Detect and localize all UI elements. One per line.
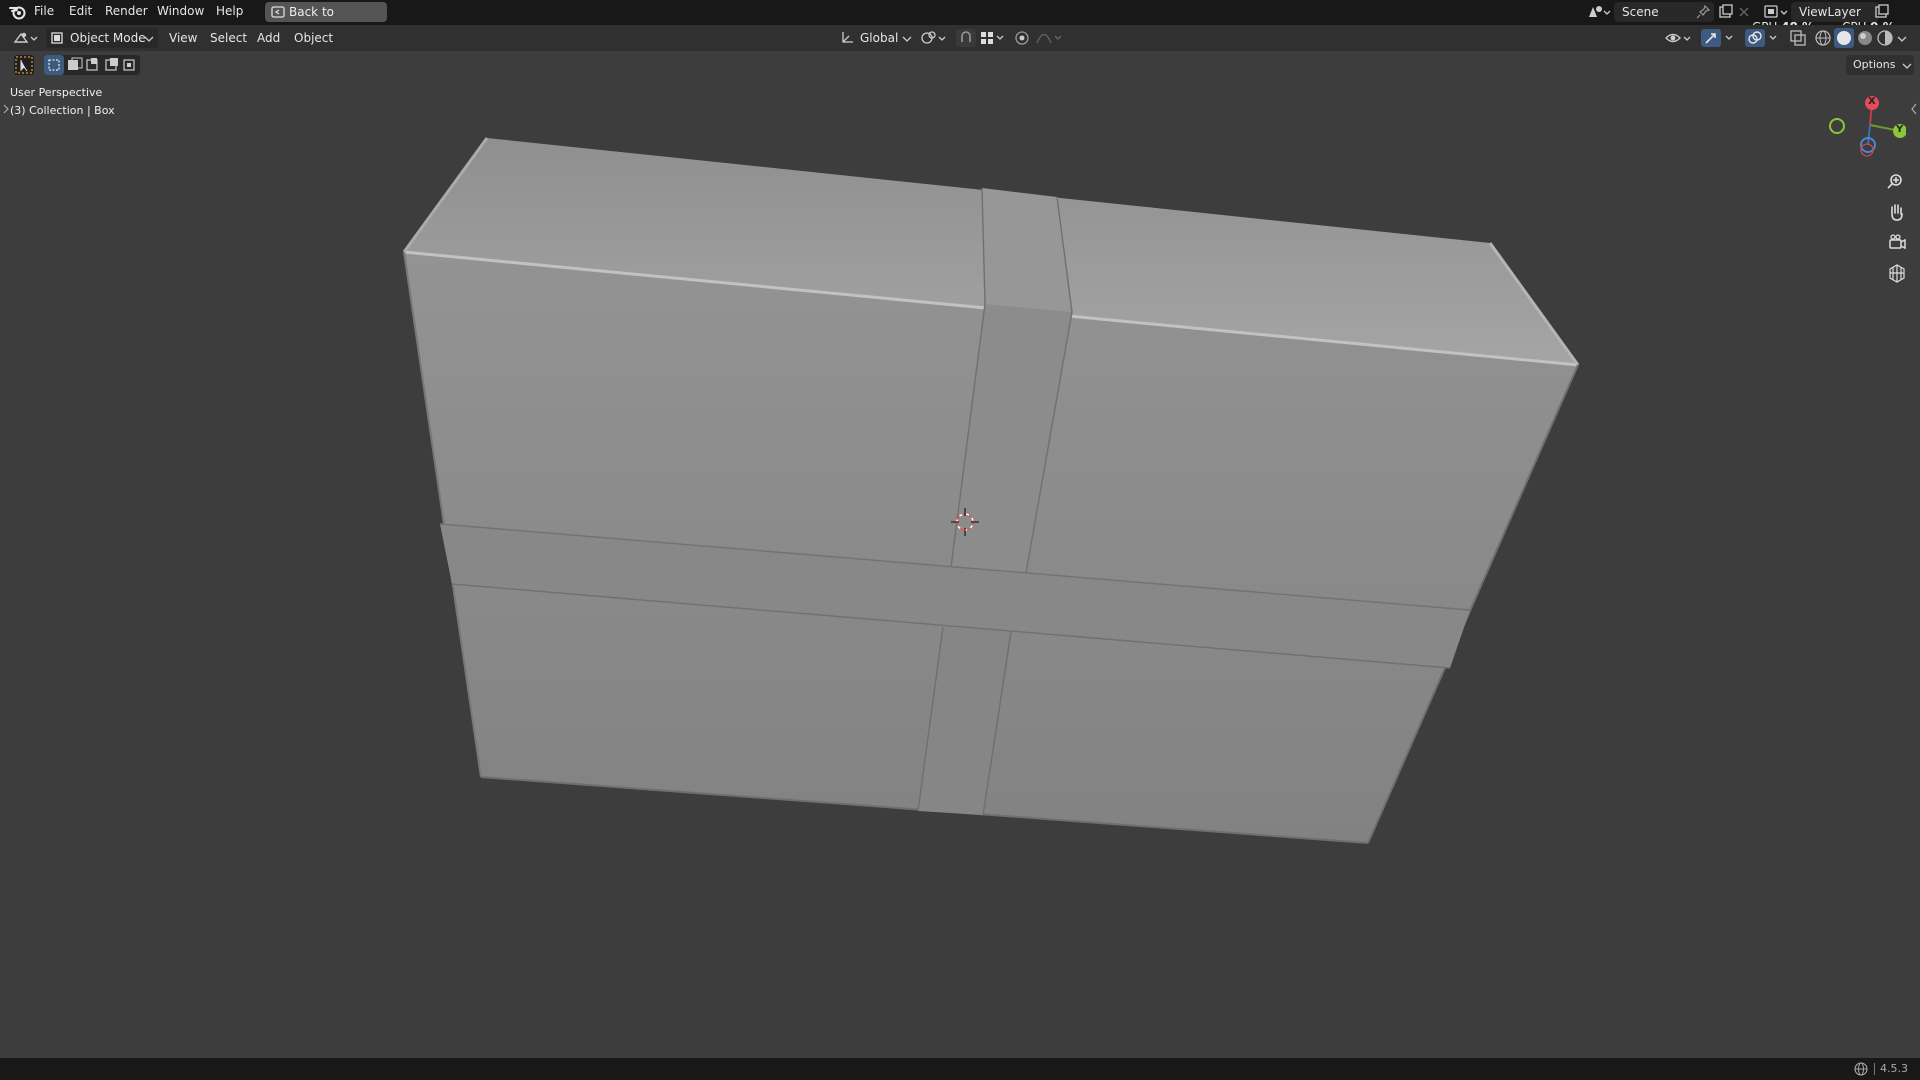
- menu-object[interactable]: Object: [294, 28, 333, 48]
- pivot-icon[interactable]: [920, 29, 950, 47]
- menu-window[interactable]: Window: [157, 4, 204, 18]
- gizmo-y-label: Y: [1896, 124, 1904, 135]
- version-label: 4.5.3: [1880, 1062, 1908, 1075]
- top-menu-bar: File Edit Render Window Help Back to Pre…: [0, 0, 1920, 39]
- menu-select[interactable]: Select: [210, 28, 247, 48]
- 3d-viewport[interactable]: Options User Perspective (3) Collection …: [0, 51, 1920, 1058]
- menu-file[interactable]: File: [34, 4, 54, 18]
- xray-icon[interactable]: [1789, 29, 1807, 47]
- object-mode-label: Object Mode: [70, 31, 146, 45]
- back-to-previous-button[interactable]: Back to Previous: [265, 2, 387, 39]
- viewlayer-icon[interactable]: [1763, 3, 1789, 21]
- gizmo-icon[interactable]: [1700, 28, 1740, 48]
- menu-add[interactable]: Add: [257, 28, 280, 48]
- scene-name: Scene: [1622, 5, 1659, 19]
- menu-edit[interactable]: Edit: [69, 4, 92, 18]
- new-viewlayer-icon[interactable]: [1874, 4, 1890, 20]
- object-mode-icon: [51, 32, 63, 44]
- menu-render[interactable]: Render: [105, 4, 148, 18]
- box-object[interactable]: [0, 51, 1920, 1058]
- overlay-icon[interactable]: [1744, 28, 1784, 48]
- blender-logo-icon[interactable]: [9, 4, 27, 20]
- network-icon: [1854, 1062, 1868, 1076]
- snap-icon[interactable]: [955, 28, 1007, 48]
- status-divider: [1874, 1063, 1875, 1075]
- camera-view-icon[interactable]: [1883, 229, 1911, 257]
- editor-type-icon[interactable]: [12, 29, 40, 47]
- scene-icon[interactable]: [1586, 3, 1612, 21]
- viewport-header: Object Mode View Select Add Object Globa…: [0, 25, 1920, 51]
- solid-shading-icon[interactable]: [1834, 28, 1854, 48]
- proportional-edit-icon[interactable]: [1013, 28, 1065, 48]
- pan-hand-icon[interactable]: [1883, 198, 1911, 226]
- visibility-icon[interactable]: [1664, 29, 1694, 47]
- orientation-label: Global: [860, 31, 899, 45]
- pin-icon[interactable]: [1696, 5, 1710, 19]
- menu-help[interactable]: Help: [216, 4, 243, 18]
- new-scene-icon[interactable]: [1718, 4, 1734, 20]
- gizmo-x-label: X: [1868, 96, 1876, 107]
- orientation-dropdown[interactable]: Global: [838, 28, 914, 48]
- zoom-icon[interactable]: [1883, 168, 1911, 196]
- remove-scene-icon[interactable]: [1738, 6, 1750, 18]
- chevron-down-icon: [144, 35, 154, 43]
- viewlayer-name: ViewLayer: [1799, 5, 1861, 19]
- menu-view[interactable]: View: [169, 28, 197, 48]
- rendered-shading-icon[interactable]: [1876, 29, 1894, 47]
- scene-field[interactable]: Scene: [1614, 2, 1714, 22]
- ortho-grid-icon[interactable]: [1883, 259, 1911, 287]
- object-mode-dropdown[interactable]: Object Mode: [46, 28, 158, 48]
- navigation-gizmo[interactable]: X Y: [1820, 91, 1906, 163]
- viewlayer-field[interactable]: ViewLayer: [1791, 2, 1879, 22]
- 3d-cursor-icon[interactable]: [950, 507, 980, 537]
- chevron-down-icon: [902, 35, 912, 43]
- orientation-icon: [840, 31, 854, 45]
- status-bar: 4.5.3: [0, 1058, 1920, 1080]
- shading-options-chevron-icon[interactable]: [1897, 35, 1907, 43]
- sidebar-toggle-icon[interactable]: [1910, 103, 1918, 115]
- back-icon: [271, 6, 285, 18]
- wireframe-shading-icon[interactable]: [1814, 29, 1832, 47]
- material-shading-icon[interactable]: [1856, 29, 1874, 47]
